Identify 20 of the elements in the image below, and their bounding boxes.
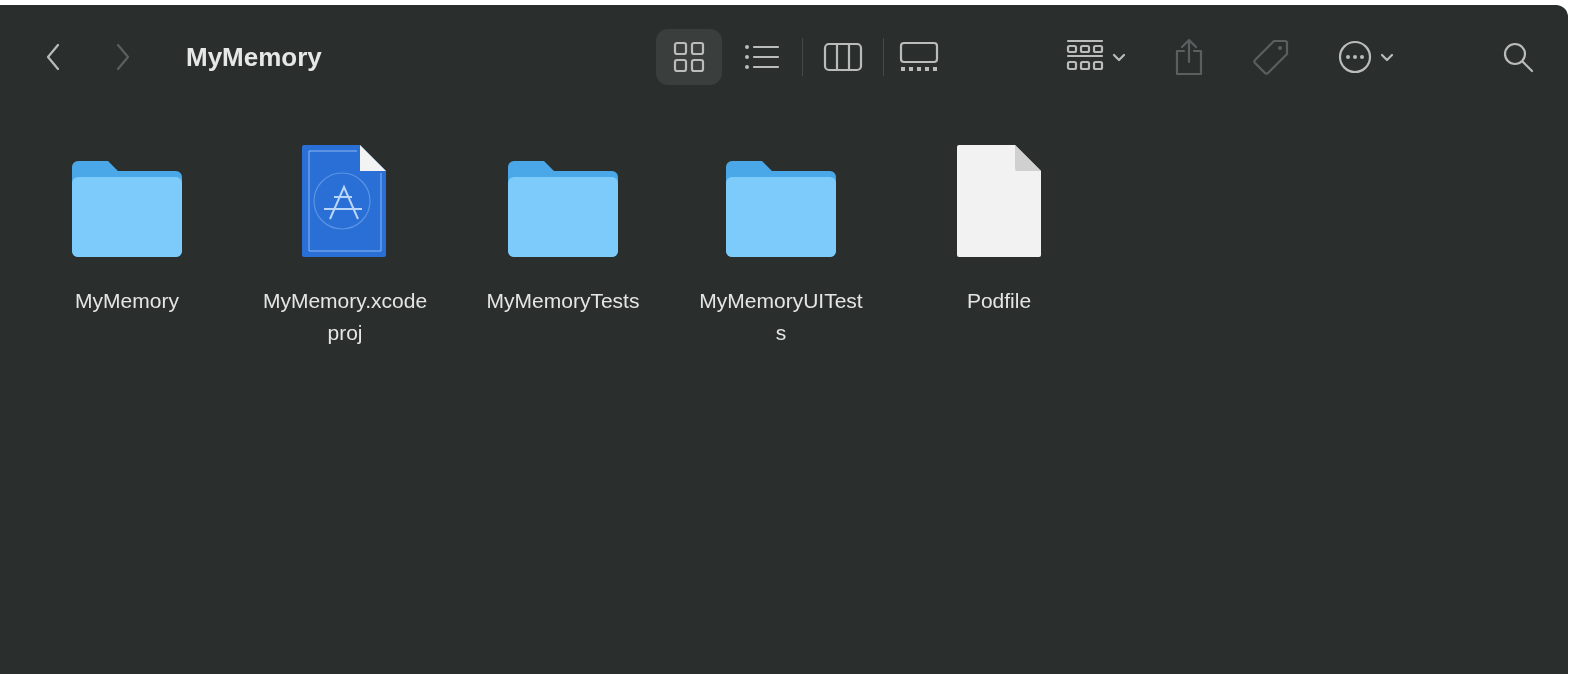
gallery-icon bbox=[898, 41, 939, 73]
columns-icon bbox=[822, 41, 863, 73]
window-title: MyMemory bbox=[186, 40, 322, 74]
file-name[interactable]: MyMemoryTests bbox=[486, 285, 640, 317]
ellipsis-circle-icon bbox=[1337, 40, 1372, 74]
chevron-down-icon bbox=[1379, 52, 1394, 62]
file-name[interactable]: Podfile bbox=[966, 285, 1032, 317]
icon-view-button[interactable] bbox=[655, 29, 722, 85]
list-icon bbox=[743, 43, 780, 71]
file-name[interactable]: MyMemory bbox=[75, 285, 179, 317]
blank-document-icon bbox=[955, 143, 1043, 259]
file-name[interactable]: MyMemoryUITest s bbox=[699, 285, 863, 349]
share-icon bbox=[1173, 38, 1204, 76]
search-icon bbox=[1501, 41, 1534, 73]
chevron-right-icon bbox=[116, 43, 130, 71]
chevron-down-icon bbox=[1111, 52, 1126, 62]
chevron-left-icon bbox=[46, 43, 60, 71]
grid-icon bbox=[672, 41, 705, 73]
tag-icon bbox=[1251, 38, 1290, 76]
file-name[interactable]: MyMemory.xcode proj bbox=[262, 285, 428, 349]
